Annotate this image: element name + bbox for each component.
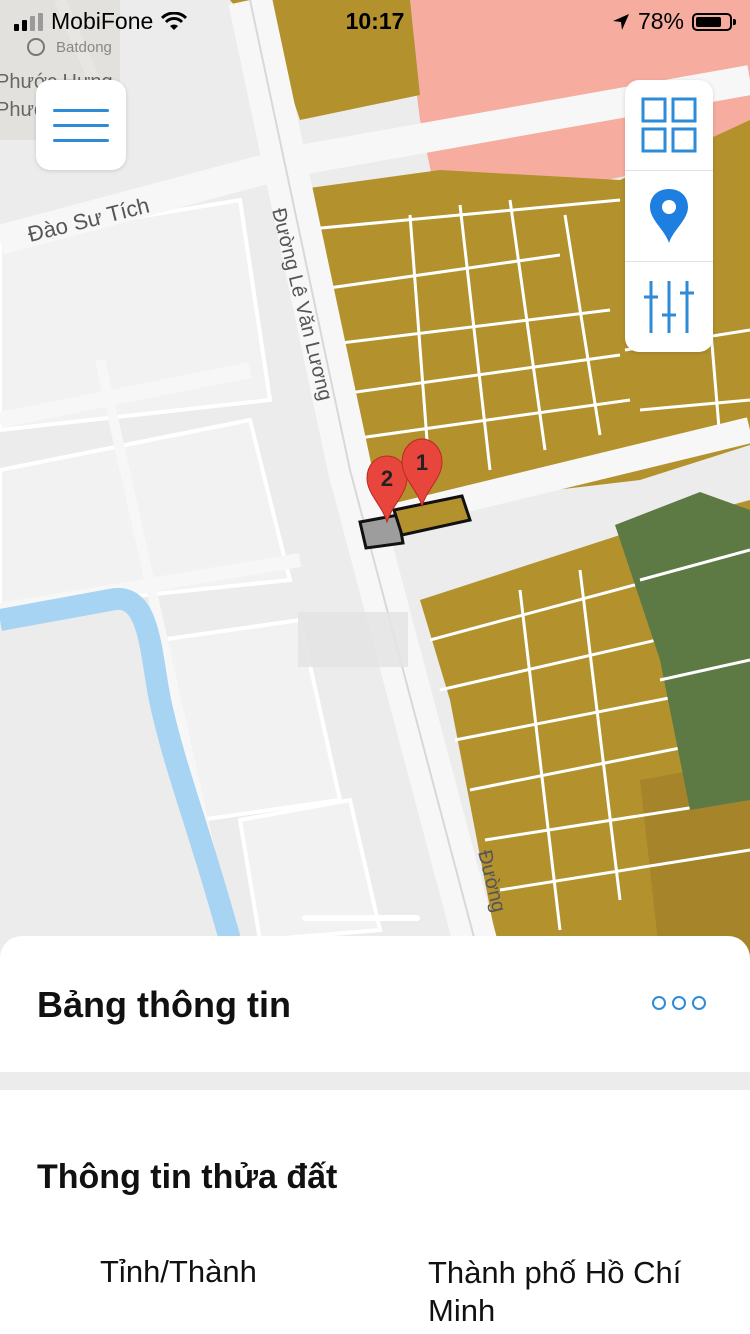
section-title-parcel-info: Thông tin thửa đất (37, 1158, 338, 1196)
row-value-province: Thành phố Hồ Chí Minh (428, 1255, 682, 1328)
layers-button[interactable] (625, 80, 713, 170)
map-toolbar (625, 80, 713, 352)
grid-icon (641, 97, 697, 153)
more-options-dot (672, 996, 686, 1010)
more-options-dot (692, 996, 706, 1010)
section-divider (0, 1072, 750, 1090)
hamburger-icon-line (53, 138, 109, 142)
hamburger-icon (53, 108, 109, 112)
battery-icon (692, 12, 736, 31)
hamburger-icon-line (53, 123, 109, 127)
home-indicator (302, 915, 420, 921)
blurred-area (298, 612, 408, 667)
status-bar: MobiFone 10:17 78% (0, 0, 750, 42)
more-options-dot (652, 996, 666, 1010)
info-sheet[interactable]: Bảng thông tin Thông tin thửa đất Tỉnh/T… (0, 936, 750, 1334)
menu-button[interactable] (36, 80, 126, 170)
sheet-title: Bảng thông tin (37, 984, 291, 1025)
filter-button[interactable] (625, 262, 713, 352)
location-pin-icon (650, 189, 688, 243)
more-options-icon[interactable] (652, 996, 706, 1010)
sliders-icon (644, 281, 694, 333)
sheet-header: Bảng thông tin (0, 936, 750, 1072)
location-arrow-icon (612, 13, 629, 30)
battery-percent: 78% (637, 8, 684, 34)
marker-2-label: 2 (381, 466, 393, 491)
marker-1-label: 1 (416, 450, 428, 475)
location-button[interactable] (625, 171, 713, 261)
row-label-province: Tỉnh/Thành (100, 1254, 257, 1289)
